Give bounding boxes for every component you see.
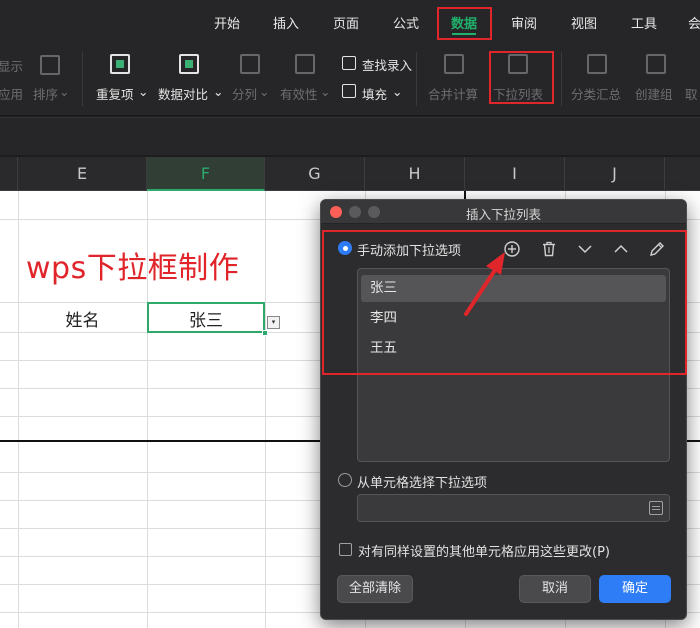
column-header-e[interactable]: E — [18, 157, 147, 191]
column-header-i[interactable]: I — [465, 157, 565, 191]
column-header-prev[interactable] — [0, 157, 18, 191]
cell-dropdown-button[interactable]: ▾ — [267, 316, 280, 329]
ribbon-show[interactable]: 显示 — [0, 56, 23, 75]
menu-review[interactable]: 审阅 — [511, 13, 537, 32]
formula-bar[interactable] — [0, 117, 700, 155]
menu-page[interactable]: 页面 — [333, 13, 359, 32]
selected-cell-outline — [147, 302, 265, 333]
dropdown-options-list[interactable]: 张三 李四 王五 — [357, 268, 670, 462]
duplicate-icon — [110, 54, 130, 74]
ribbon-subtotal[interactable]: 分类汇总 — [571, 84, 621, 103]
ribbon-sort[interactable]: 排序 — [33, 84, 58, 103]
menu-insert[interactable]: 插入 — [273, 13, 299, 32]
ribbon-apply[interactable]: 应用 — [0, 84, 23, 103]
trash-icon[interactable] — [540, 240, 558, 258]
plus-circle-icon[interactable] — [503, 240, 521, 258]
ribbon-create-group[interactable]: 创建组 — [635, 84, 673, 103]
ribbon-duplicates[interactable]: 重复项 — [96, 84, 134, 103]
ribbon-split[interactable]: 分列 — [232, 84, 257, 103]
manual-option-label[interactable]: 手动添加下拉选项 — [357, 240, 461, 259]
menu-start[interactable]: 开始 — [214, 13, 240, 32]
ribbon-dropdown-list[interactable]: 下拉列表 — [493, 84, 543, 103]
sort-icon — [40, 55, 60, 75]
dialog-title: 插入下拉列表 — [465, 207, 541, 222]
select-range-icon[interactable] — [649, 501, 663, 515]
chevron-down-icon[interactable] — [576, 240, 594, 258]
lookup-entry-icon — [342, 56, 356, 70]
cell-name-label[interactable]: 姓名 — [18, 306, 147, 331]
column-header-f[interactable]: F — [147, 157, 265, 191]
menu-member[interactable]: 会 — [688, 13, 700, 32]
cells-option-label[interactable]: 从单元格选择下拉选项 — [357, 472, 487, 491]
ribbon-validity[interactable]: 有效性 — [280, 84, 318, 103]
compare-icon — [179, 54, 199, 74]
ribbon-lookup-entry[interactable]: 查找录入 — [362, 55, 412, 74]
fill-icon — [342, 84, 356, 98]
column-header-h[interactable]: H — [365, 157, 465, 191]
column-header-g[interactable]: G — [265, 157, 365, 191]
insert-dropdown-dialog: 插入下拉列表 手动添加下拉选项 张三 李四 王五 从单元格选择下拉选项 对有同样… — [320, 199, 687, 620]
ribbon-separator — [82, 52, 83, 106]
ribbon-separator — [416, 52, 417, 106]
cancel-button[interactable]: 取消 — [519, 575, 591, 603]
cells-option-radio[interactable] — [338, 473, 352, 487]
validation-icon — [295, 54, 315, 74]
subtotal-icon — [587, 54, 607, 74]
column-header-row: E F G H I J — [0, 157, 700, 191]
ribbon-consolidate[interactable]: 合并计算 — [428, 84, 478, 103]
split-column-icon — [240, 54, 260, 74]
dialog-titlebar[interactable]: 插入下拉列表 — [321, 200, 686, 224]
menu-bar: 开始 插入 页面 公式 数据 审阅 视图 工具 会 — [0, 0, 700, 44]
menu-view[interactable]: 视图 — [571, 13, 597, 32]
list-item[interactable]: 李四 — [361, 305, 666, 332]
menu-formula[interactable]: 公式 — [393, 13, 419, 32]
consolidate-icon — [444, 54, 464, 74]
cell-range-input[interactable] — [357, 494, 670, 522]
menu-tools[interactable]: 工具 — [631, 13, 657, 32]
ribbon-separator — [561, 52, 562, 106]
apply-same-settings-label[interactable]: 对有同样设置的其他单元格应用这些更改(P) — [358, 541, 610, 560]
list-item[interactable]: 张三 — [361, 275, 666, 302]
list-item[interactable]: 王五 — [361, 335, 666, 362]
pencil-icon[interactable] — [648, 240, 666, 258]
ribbon-toolbar: 显示 应用 排序 ⌄ 重复项 ⌄ 数据对比 ⌄ 分列 ⌄ 有效性 ⌄ 查找录入 … — [0, 44, 700, 116]
confirm-button[interactable]: 确定 — [599, 575, 671, 603]
active-tab-underline — [452, 33, 476, 35]
fill-handle[interactable] — [262, 330, 268, 336]
ribbon-fill[interactable]: 填充 — [362, 84, 387, 103]
dropdown-list-icon — [508, 54, 528, 74]
create-group-icon — [646, 54, 666, 74]
chevron-up-icon[interactable] — [612, 240, 630, 258]
apply-same-settings-checkbox[interactable] — [339, 543, 352, 556]
manual-option-radio[interactable] — [338, 241, 352, 255]
sheet-title: wps下拉框制作 — [26, 251, 240, 286]
clear-all-button[interactable]: 全部清除 — [337, 575, 413, 603]
menu-data[interactable]: 数据 — [451, 13, 477, 32]
column-header-j[interactable]: J — [565, 157, 665, 191]
ribbon-compare[interactable]: 数据对比 — [158, 84, 208, 103]
ribbon-cancel-group[interactable]: 取 — [685, 84, 698, 103]
